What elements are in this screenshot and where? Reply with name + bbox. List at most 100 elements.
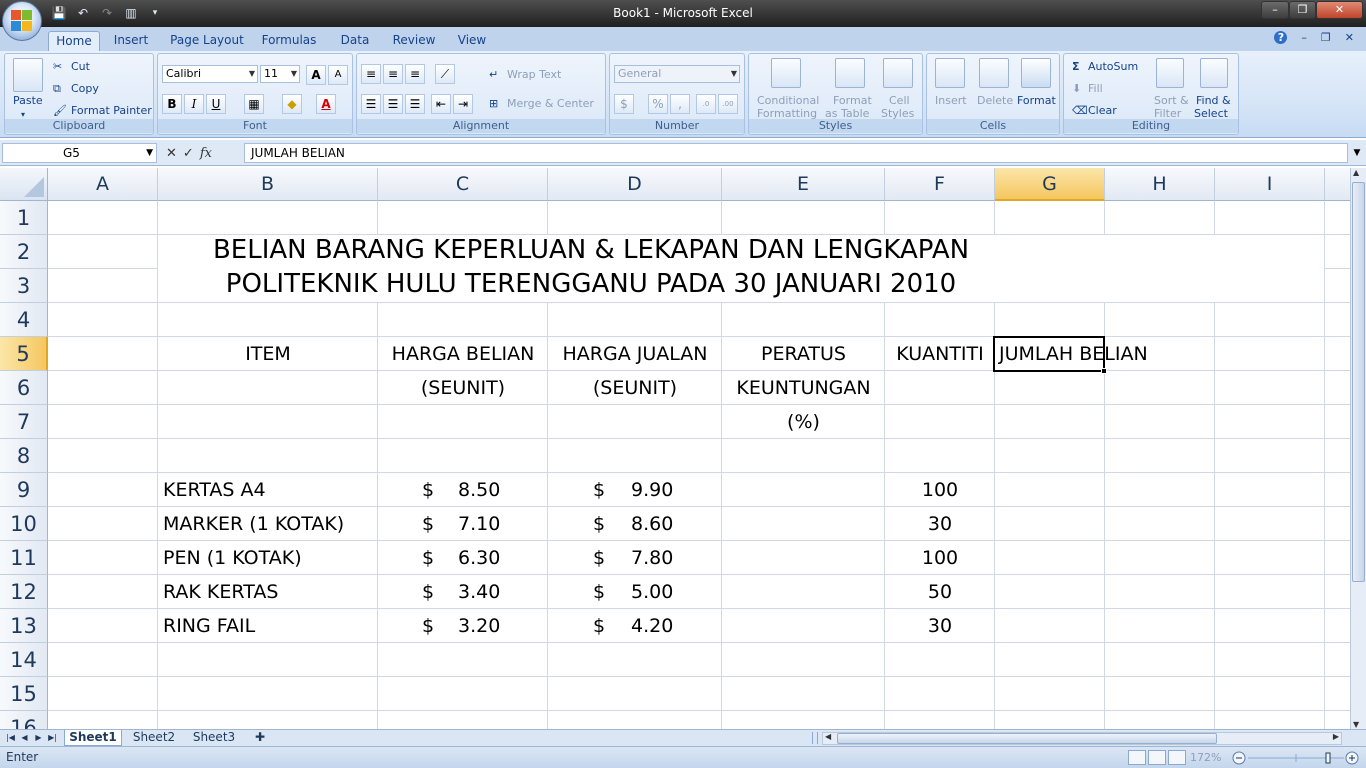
kuantiti-value[interactable]: 100 (885, 473, 995, 507)
prev-sheet-icon[interactable]: ◀ (18, 731, 31, 745)
tab-view[interactable]: View (452, 31, 492, 51)
delete-cells-button[interactable]: Delete (977, 94, 1013, 108)
vertical-scrollbar[interactable]: ▲ ▼ (1350, 168, 1366, 729)
sheet-title-line-1[interactable]: BELIAN BARANG KEPERLUAN & LEKAPAN DAN LE… (0, 233, 1350, 267)
harga-jualan-value[interactable]: 7.80 (631, 541, 673, 575)
name-box[interactable]: G5 ▼ (2, 143, 157, 163)
format-cells-button[interactable]: Format (1017, 94, 1056, 108)
formula-input[interactable]: JUMLAH BELIAN (244, 143, 1348, 163)
kuantiti-value[interactable]: 30 (885, 609, 995, 643)
column-header-a[interactable]: A (48, 168, 158, 201)
sort-filter-label[interactable]: Sort & (1154, 94, 1189, 108)
header-item[interactable]: ITEM (158, 337, 378, 371)
row-header-16[interactable]: 16 (0, 711, 48, 729)
enter-icon[interactable]: ✓ (183, 146, 194, 161)
tab-review[interactable]: Review (388, 31, 440, 51)
column-header-i[interactable]: I (1215, 168, 1325, 201)
close-button[interactable]: ✕ (1316, 1, 1363, 19)
binoculars-icon[interactable] (1200, 58, 1228, 88)
vertical-scroll-thumb[interactable] (1352, 182, 1365, 582)
first-sheet-icon[interactable]: |◀ (4, 731, 17, 745)
format-cells-icon[interactable] (1021, 58, 1051, 88)
cell-styles-label[interactable]: Cell (889, 94, 910, 108)
conditional-formatting-label[interactable]: Conditional (757, 94, 819, 108)
row-header-10[interactable]: 10 (0, 507, 48, 541)
format-as-table-icon[interactable] (835, 58, 865, 88)
help-icon[interactable]: ? (1274, 31, 1288, 44)
fill-color-icon[interactable]: ◆ (282, 94, 302, 114)
copy-button[interactable]: Copy (71, 82, 99, 96)
column-header-j[interactable] (1325, 168, 1350, 201)
orientation-icon[interactable]: ⟋ (435, 64, 455, 84)
sheet-tab-sheet1[interactable]: Sheet1 (64, 730, 122, 746)
row-header-8[interactable]: 8 (0, 439, 48, 473)
active-cell-selection[interactable] (993, 336, 1107, 374)
align-bottom-icon[interactable]: ≡ (405, 64, 425, 84)
header-harga-jualan-unit[interactable]: (SEUNIT) (548, 371, 722, 405)
cancel-icon[interactable]: ✕ (166, 146, 177, 161)
column-header-d[interactable]: D (548, 168, 722, 201)
header-kuantiti[interactable]: KUANTITI (885, 337, 995, 371)
paste-button[interactable]: Paste (13, 94, 43, 108)
kuantiti-value[interactable]: 100 (885, 541, 995, 575)
align-right-icon[interactable]: ☰ (405, 94, 425, 114)
ribbon-minimize-button[interactable]: – (1301, 31, 1307, 44)
format-painter-button[interactable]: Format Painter (71, 104, 152, 118)
item-name[interactable]: MARKER (1 KOTAK) (163, 507, 344, 541)
column-header-g[interactable]: G (995, 168, 1105, 201)
insert-cells-icon[interactable] (935, 58, 965, 88)
increase-decimal-button[interactable]: .0 .00 (696, 94, 716, 126)
row-header-14[interactable]: 14 (0, 643, 48, 677)
harga-jualan-value[interactable]: 4.20 (631, 609, 673, 643)
ribbon-close-button[interactable]: ✕ (1345, 31, 1354, 44)
header-harga-jualan[interactable]: HARGA JUALAN (548, 337, 722, 371)
harga-belian-value[interactable]: 3.40 (458, 575, 500, 609)
minimize-button[interactable]: – (1261, 1, 1289, 19)
worksheet-grid[interactable]: A B C D E F G H I 1 2 3 4 5 6 7 8 9 10 1… (0, 168, 1350, 729)
row-header-7[interactable]: 7 (0, 405, 48, 439)
zoom-level[interactable]: 172% (1190, 751, 1221, 764)
wrap-text-button[interactable]: Wrap Text (507, 68, 561, 82)
format-as-table-label[interactable]: Format (833, 94, 872, 108)
sort-filter-icon[interactable] (1156, 58, 1184, 88)
number-format-select[interactable]: General ▼ (614, 65, 740, 83)
expand-formula-bar-icon[interactable]: ▼ (1350, 143, 1364, 163)
item-name[interactable]: RAK KERTAS (163, 575, 278, 609)
merge-center-button[interactable]: Merge & Center (507, 97, 594, 111)
horizontal-scroll-thumb[interactable] (837, 733, 1217, 744)
office-button[interactable] (2, 1, 42, 41)
row-header-4[interactable]: 4 (0, 303, 48, 337)
increase-indent-icon[interactable]: ⇥ (453, 94, 473, 114)
row-header-11[interactable]: 11 (0, 541, 48, 575)
decrease-decimal-button[interactable]: .00 .0 (718, 94, 738, 126)
insert-function-icon[interactable]: fx (200, 146, 212, 161)
column-header-f[interactable]: F (885, 168, 995, 201)
fill-handle[interactable] (1101, 368, 1107, 374)
font-size-select[interactable]: 11 ▼ (260, 65, 300, 83)
page-layout-view-icon[interactable] (1148, 750, 1166, 765)
page-break-view-icon[interactable] (1168, 750, 1186, 765)
row-header-6[interactable]: 6 (0, 371, 48, 405)
insert-sheet-icon[interactable]: ✚ (248, 730, 272, 746)
align-top-icon[interactable]: ≡ (361, 64, 381, 84)
harga-jualan-value[interactable]: 5.00 (631, 575, 673, 609)
delete-cells-icon[interactable] (979, 58, 1009, 88)
align-center-icon[interactable]: ☰ (383, 94, 403, 114)
tab-formulas[interactable]: Formulas (258, 31, 320, 51)
row-header-1[interactable]: 1 (0, 201, 48, 235)
ribbon-restore-button[interactable]: ❐ (1321, 31, 1331, 44)
borders-icon[interactable]: ▦ (244, 94, 264, 114)
underline-button[interactable]: U (206, 94, 226, 114)
last-sheet-icon[interactable]: ▶| (46, 731, 59, 745)
italic-button[interactable]: I (184, 94, 204, 114)
header-percent-sign[interactable]: (%) (722, 405, 885, 439)
header-harga-belian[interactable]: HARGA BELIAN (378, 337, 548, 371)
font-family-select[interactable]: Calibri ▼ (162, 65, 258, 83)
tab-split-handle[interactable] (812, 732, 818, 744)
font-color-icon[interactable]: A (316, 94, 336, 114)
comma-button[interactable]: , (670, 94, 690, 114)
sheet-tab-sheet3[interactable]: Sheet3 (186, 730, 242, 746)
align-middle-icon[interactable]: ≡ (383, 64, 403, 84)
kuantiti-value[interactable]: 50 (885, 575, 995, 609)
row-header-15[interactable]: 15 (0, 677, 48, 711)
